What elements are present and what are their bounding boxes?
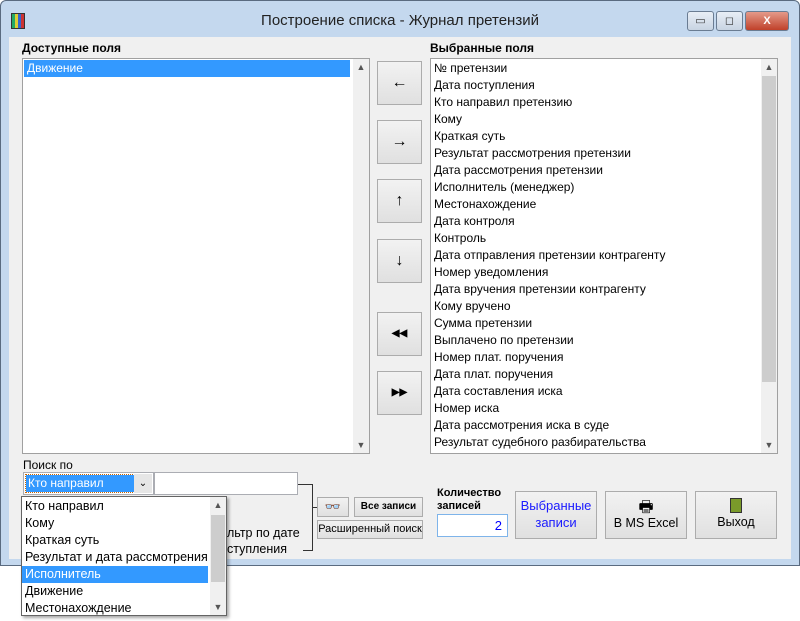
list-item[interactable]: Результат рассмотрения претензии — [431, 145, 777, 162]
list-item[interactable]: Номер уведомления — [431, 264, 777, 281]
move-all-right-button[interactable]: ▶▶ — [377, 371, 422, 415]
list-item[interactable]: Дата вручения претензии контрагенту — [431, 281, 777, 298]
search-binoculars-button[interactable]: 👓 — [317, 497, 349, 517]
record-count-label: Количество записей — [437, 487, 502, 512]
list-item[interactable]: Дата составления иска — [431, 383, 777, 400]
bracket-line — [312, 484, 313, 550]
title-bar: Построение списка - Журнал претензий — [1, 1, 799, 37]
selected-fields-list[interactable]: № претензии Дата поступления Кто направил … — [430, 58, 778, 454]
available-fields-list[interactable]: Движение ▲ ▼ — [22, 58, 370, 454]
scroll-down-icon[interactable]: ▼ — [353, 437, 369, 453]
dropdown-option[interactable]: Краткая суть — [22, 532, 208, 549]
dropdown-option[interactable]: Кто направил — [22, 498, 208, 515]
window: Построение списка - Журнал претензий ▭ ◻… — [0, 0, 800, 566]
scroll-thumb[interactable] — [211, 515, 225, 582]
list-item[interactable]: Номер иска — [431, 400, 777, 417]
list-item[interactable]: Движение — [24, 60, 350, 77]
record-count-field: 2 — [437, 514, 508, 537]
scroll-up-icon[interactable]: ▲ — [210, 497, 226, 513]
list-item[interactable]: Дата рассмотрения претензии — [431, 162, 777, 179]
minimize-button[interactable]: ▭ — [687, 11, 714, 31]
export-excel-button[interactable]: 🖶 В MS Excel — [605, 491, 687, 539]
all-records-button[interactable]: Все записи — [354, 497, 423, 517]
move-down-button[interactable]: ↓ — [377, 239, 422, 283]
scroll-thumb[interactable] — [762, 76, 776, 382]
scrollbar[interactable]: ▲ ▼ — [210, 497, 226, 615]
list-item[interactable]: Кому вручено — [431, 298, 777, 315]
dropdown-option[interactable]: Результат и дата рассмотрения — [22, 549, 208, 566]
search-input[interactable] — [154, 472, 298, 495]
move-all-left-button[interactable]: ◀◀ — [377, 312, 422, 356]
scroll-up-icon[interactable]: ▲ — [761, 59, 777, 75]
bracket-line — [303, 550, 313, 551]
list-item[interactable]: Сумма претензии — [431, 315, 777, 332]
list-item[interactable]: № претензии — [431, 60, 777, 77]
binoculars-icon: 👓 — [324, 499, 342, 514]
combo-selected-value: Кто направил — [25, 474, 135, 493]
printer-icon: 🖶 — [638, 499, 654, 516]
window-title: Построение списка - Журнал претензий — [261, 12, 539, 29]
list-item[interactable]: Исполнитель (менеджер) — [431, 179, 777, 196]
list-item[interactable]: Кому — [431, 111, 777, 128]
advanced-search-button[interactable]: Расширенный поиск — [317, 520, 423, 539]
scroll-up-icon[interactable]: ▲ — [353, 59, 369, 75]
move-right-button[interactable]: → — [377, 120, 422, 164]
date-filter-label-2[interactable]: ступления — [227, 542, 287, 556]
list-item[interactable]: Местонахождение — [431, 196, 777, 213]
search-field-combo[interactable]: Кто направил ⌄ — [23, 472, 154, 495]
exit-button[interactable]: Выход — [695, 491, 777, 539]
list-item[interactable]: Дата поступления — [431, 77, 777, 94]
client-area: Доступные поля Движение ▲ ▼ ← → ↑ ↓ ◀◀ ▶▶… — [9, 37, 791, 559]
dropdown-option[interactable]: Движение — [22, 583, 208, 600]
list-item[interactable]: Номер плат. поручения — [431, 349, 777, 366]
search-by-label: Поиск по — [23, 458, 73, 472]
list-item[interactable]: Контроль — [431, 230, 777, 247]
list-item[interactable]: Дата плат. поручения — [431, 366, 777, 383]
move-up-button[interactable]: ↑ — [377, 179, 422, 223]
exit-door-icon — [730, 498, 742, 513]
scrollbar[interactable]: ▲ ▼ — [353, 59, 369, 453]
list-item[interactable]: Кто направил претензию — [431, 94, 777, 111]
selected-fields-label: Выбранные поля — [430, 41, 534, 55]
available-fields-label: Доступные поля — [22, 41, 122, 55]
list-item[interactable]: Дата контроля — [431, 213, 777, 230]
app-books-icon — [11, 13, 25, 29]
bracket-line — [298, 484, 312, 485]
maximize-button[interactable]: ◻ — [716, 11, 743, 31]
date-filter-label-1[interactable]: льтр по дате — [227, 526, 300, 540]
list-item[interactable]: Дата рассмотрения иска в суде — [431, 417, 777, 434]
list-item[interactable]: Выплачено по претензии — [431, 332, 777, 349]
search-field-dropdown[interactable]: Кто направил Кому Краткая суть Результат и … — [21, 496, 227, 616]
selected-records-button[interactable]: Выбранные записи — [515, 491, 597, 539]
list-item[interactable]: Дата отправления претензии контрагенту — [431, 247, 777, 264]
dropdown-option[interactable]: Исполнитель — [22, 566, 208, 583]
close-button[interactable]: X — [745, 11, 789, 31]
chevron-down-icon[interactable]: ⌄ — [134, 474, 152, 493]
scroll-down-icon[interactable]: ▼ — [761, 437, 777, 453]
scroll-down-icon[interactable]: ▼ — [210, 599, 226, 615]
list-item[interactable]: Краткая суть — [431, 128, 777, 145]
dropdown-option[interactable]: Местонахождение — [22, 600, 208, 617]
scrollbar[interactable]: ▲ ▼ — [761, 59, 777, 453]
dropdown-option[interactable]: Кому — [22, 515, 208, 532]
move-left-button[interactable]: ← — [377, 61, 422, 105]
list-item[interactable]: Результат судебного разбирательства — [431, 434, 777, 451]
